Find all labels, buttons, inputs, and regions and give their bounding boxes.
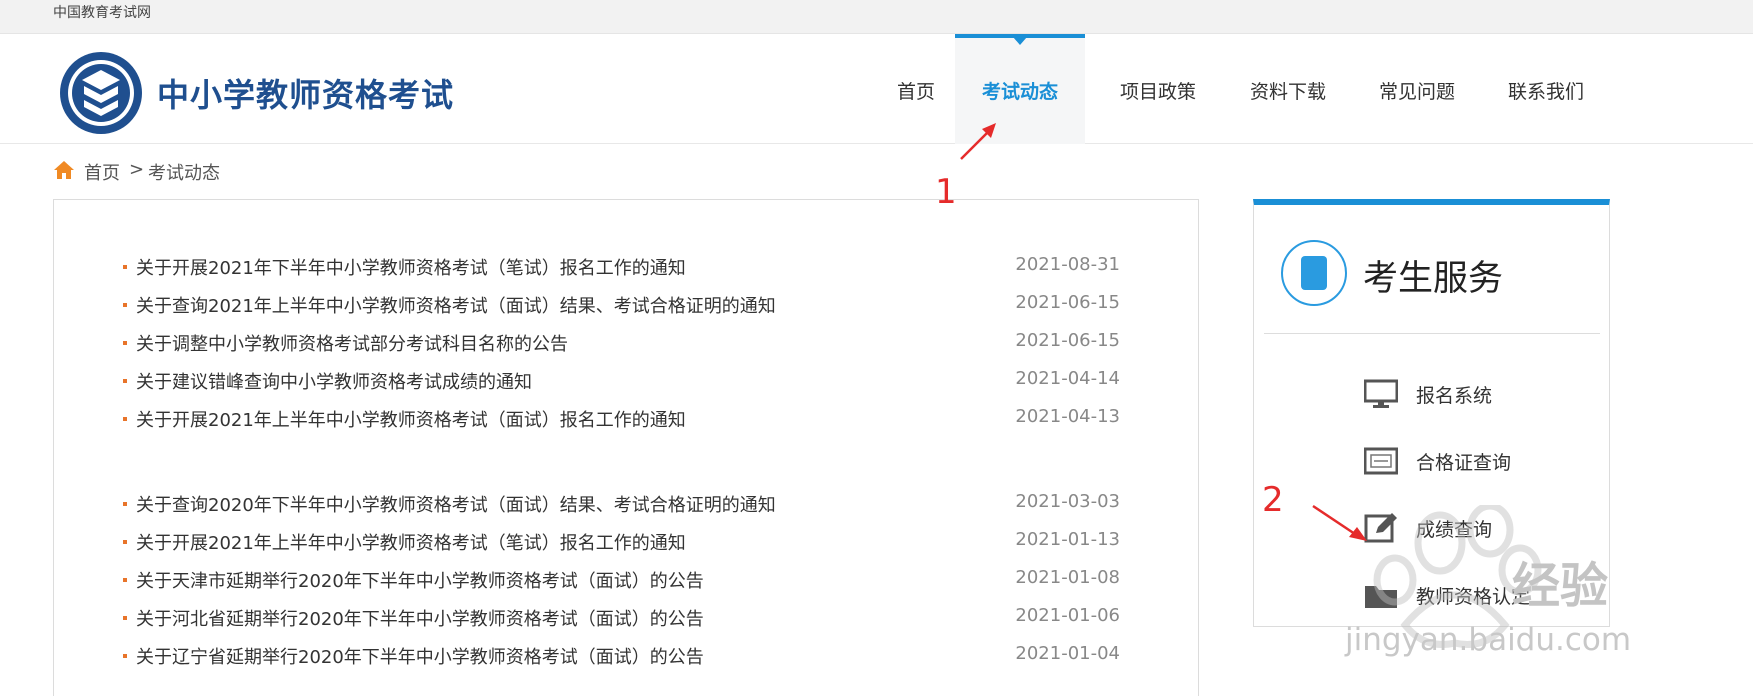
news-title[interactable]: 关于开展2021年下半年中小学教师资格考试（笔试）报名工作的通知 — [136, 254, 686, 280]
breadcrumb-separator: > — [129, 159, 145, 180]
news-item[interactable]: 关于查询2020年下半年中小学教师资格考试（面试）结果、考试合格证明的通知 20… — [54, 488, 1200, 522]
certificate-icon — [1364, 447, 1398, 475]
contacts-book-icon — [1281, 240, 1347, 306]
news-title[interactable]: 关于建议错峰查询中小学教师资格考试成绩的通知 — [136, 368, 532, 394]
news-title[interactable]: 关于河北省延期举行2020年下半年中小学教师资格考试（面试）的公告 — [136, 605, 704, 631]
annotation-number-1: 1 — [935, 172, 957, 212]
watermark-brand: 经验 — [1512, 558, 1609, 614]
news-item[interactable]: 关于开展2021年上半年中小学教师资格考试（面试）报名工作的通知 2021-04… — [54, 403, 1200, 437]
news-item[interactable]: 关于查询2021年上半年中小学教师资格考试（面试）结果、考试合格证明的通知 20… — [54, 289, 1200, 323]
site-network-link[interactable]: 中国教育考试网 — [53, 2, 151, 22]
news-title[interactable]: 关于开展2021年上半年中小学教师资格考试（笔试）报名工作的通知 — [136, 529, 686, 555]
divider — [1264, 333, 1600, 334]
news-title[interactable]: 关于调整中小学教师资格考试部分考试科目名称的公告 — [136, 330, 568, 356]
nav-contact[interactable]: 联系我们 — [1486, 34, 1606, 144]
service-label: 合格证查询 — [1416, 452, 1512, 474]
breadcrumb-home[interactable]: 首页 — [84, 159, 120, 185]
service-registration[interactable]: 报名系统 — [1364, 375, 1584, 415]
news-date: 2021-01-13 — [1015, 529, 1120, 550]
bullet-icon — [123, 417, 127, 421]
nav-exam-news-label: 考试动态 — [981, 81, 1058, 103]
news-list-panel: 关于开展2021年下半年中小学教师资格考试（笔试）报名工作的通知 2021-08… — [53, 199, 1199, 696]
nav-policy[interactable]: 项目政策 — [1098, 34, 1218, 144]
news-date: 2021-01-04 — [1015, 643, 1120, 664]
news-title[interactable]: 关于辽宁省延期举行2020年下半年中小学教师资格考试（面试）的公告 — [136, 643, 704, 669]
news-item[interactable]: 关于河北省延期举行2020年下半年中小学教师资格考试（面试）的公告 2021-0… — [54, 602, 1200, 636]
bullet-icon — [123, 341, 127, 345]
nav-home[interactable]: 首页 — [867, 34, 965, 144]
news-date: 2021-04-13 — [1015, 406, 1120, 427]
bullet-icon — [123, 502, 127, 506]
news-item[interactable]: 关于开展2021年上半年中小学教师资格考试（笔试）报名工作的通知 2021-01… — [54, 526, 1200, 560]
news-item[interactable]: 关于天津市延期举行2020年下半年中小学教师资格考试（面试）的公告 2021-0… — [54, 564, 1200, 598]
news-item[interactable]: 关于开展2021年下半年中小学教师资格考试（笔试）报名工作的通知 2021-08… — [54, 251, 1200, 285]
breadcrumb-current: 考试动态 — [148, 163, 220, 184]
bullet-icon — [123, 578, 127, 582]
news-date: 2021-06-15 — [1015, 330, 1120, 351]
news-date: 2021-01-06 — [1015, 605, 1120, 626]
news-date: 2021-06-15 — [1015, 292, 1120, 313]
news-title[interactable]: 关于天津市延期举行2020年下半年中小学教师资格考试（面试）的公告 — [136, 567, 704, 593]
news-item[interactable]: 关于辽宁省延期举行2020年下半年中小学教师资格考试（面试）的公告 2021-0… — [54, 640, 1200, 674]
news-title[interactable]: 关于查询2021年上半年中小学教师资格考试（面试）结果、考试合格证明的通知 — [136, 292, 776, 318]
bullet-icon — [123, 379, 127, 383]
news-title[interactable]: 关于开展2021年上半年中小学教师资格考试（面试）报名工作的通知 — [136, 406, 686, 432]
annotation-arrow-1-icon — [960, 123, 996, 160]
news-date: 2021-01-08 — [1015, 567, 1120, 588]
services-title: 考生服务 — [1363, 259, 1504, 299]
monitor-icon — [1364, 379, 1398, 408]
watermark-url: jingyan.baidu.com — [1345, 622, 1632, 658]
bullet-icon — [123, 654, 127, 658]
top-bar: 中国教育考试网 — [0, 0, 1753, 34]
logo-emblem-icon[interactable] — [58, 50, 144, 136]
bullet-icon — [123, 303, 127, 307]
service-certificate-query[interactable]: 合格证查询 — [1364, 442, 1584, 482]
annotation-number-2: 2 — [1262, 480, 1284, 520]
news-date: 2021-08-31 — [1015, 254, 1120, 275]
nav-active-caret — [1013, 37, 1027, 45]
bullet-icon — [123, 265, 127, 269]
nav-faq[interactable]: 常见问题 — [1357, 34, 1477, 144]
bullet-icon — [123, 540, 127, 544]
news-date: 2021-03-03 — [1015, 491, 1120, 512]
news-item[interactable]: 关于调整中小学教师资格考试部分考试科目名称的公告 2021-06-15 — [54, 327, 1200, 361]
news-date: 2021-04-14 — [1015, 368, 1120, 389]
site-title[interactable]: 中小学教师资格考试 — [157, 70, 454, 116]
home-icon — [54, 161, 74, 179]
nav-downloads[interactable]: 资料下载 — [1228, 34, 1348, 144]
news-title[interactable]: 关于查询2020年下半年中小学教师资格考试（面试）结果、考试合格证明的通知 — [136, 491, 776, 517]
news-item[interactable]: 关于建议错峰查询中小学教师资格考试成绩的通知 2021-04-14 — [54, 365, 1200, 399]
bullet-icon — [123, 616, 127, 620]
service-label: 报名系统 — [1416, 385, 1493, 407]
